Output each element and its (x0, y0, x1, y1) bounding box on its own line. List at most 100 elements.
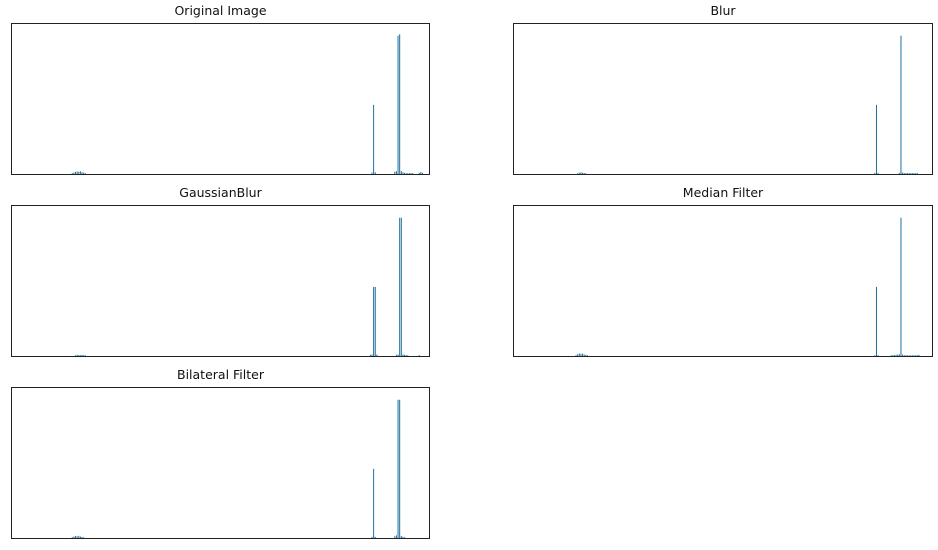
histogram-bar (73, 536, 75, 538)
histogram-bar (580, 353, 582, 356)
histogram-bar (371, 172, 373, 174)
histogram-bar (404, 354, 406, 356)
histogram (71, 399, 406, 538)
histogram-bar (404, 172, 406, 174)
histogram-bar (71, 537, 73, 538)
histogram-bar (905, 355, 907, 356)
histogram-bar (405, 173, 407, 174)
histogram-bar (408, 173, 410, 174)
histogram-bar (578, 353, 580, 356)
histogram-bar (371, 536, 373, 538)
histogram-bar (918, 354, 920, 356)
panel-median-filter: Median Filter (513, 185, 933, 357)
histogram-bar (580, 172, 582, 174)
histogram-bar (583, 354, 585, 356)
histogram-bar (892, 355, 894, 356)
histogram-bar (897, 354, 899, 356)
histogram-bar (898, 354, 900, 356)
histogram-bar (71, 173, 73, 174)
histogram-bar (421, 172, 423, 174)
histogram-bar (586, 355, 588, 356)
panel-title: Bilateral Filter (177, 367, 264, 382)
histogram-bar (916, 355, 918, 356)
histogram-bar (75, 535, 77, 538)
histogram-bar (81, 536, 83, 538)
histogram-bar (877, 172, 879, 174)
histogram-bar (893, 355, 895, 356)
histogram-bar (583, 172, 585, 174)
panel-title: Blur (710, 3, 736, 18)
histogram-bar (374, 286, 376, 356)
histogram-bar (905, 173, 907, 174)
histogram-bar (373, 104, 375, 174)
histogram-bar (75, 355, 77, 356)
histogram-bar (915, 173, 917, 174)
histogram-bar (76, 171, 78, 174)
panel-title: Median Filter (682, 185, 764, 200)
histogram-bar (900, 35, 902, 174)
histogram-bar (578, 172, 580, 174)
histogram-bar (399, 34, 401, 174)
histogram-bar (577, 354, 579, 356)
histogram-bar (902, 172, 904, 174)
histogram-bar (84, 355, 86, 356)
histogram-bar (81, 172, 83, 174)
histogram-bar (915, 355, 917, 356)
histogram-bar (874, 355, 876, 356)
histogram-bar (397, 399, 399, 538)
histogram-bar (910, 355, 912, 356)
histogram-bar (908, 355, 910, 356)
histogram-bar (373, 468, 375, 538)
histogram-bar (399, 399, 401, 538)
histogram-bar (412, 173, 414, 174)
histogram-bar (394, 171, 396, 174)
histogram-bar (911, 173, 913, 174)
histogram-bar (890, 355, 892, 356)
histogram-bar (395, 535, 397, 538)
plot-area (11, 205, 430, 357)
histogram-bar (407, 173, 409, 174)
histogram-bar (76, 536, 78, 538)
histogram-bar (902, 354, 904, 356)
histogram-bar (395, 354, 397, 356)
histogram-bar (400, 535, 402, 538)
histogram-bar (84, 173, 86, 174)
histogram-bar (400, 171, 402, 174)
figure: { "colors": { "bar": "#1f6f9f", "frame":… (0, 0, 938, 550)
histogram-bar (407, 355, 409, 356)
histogram (575, 217, 920, 356)
histogram-bar (371, 354, 373, 356)
histogram-bar (395, 171, 397, 174)
histogram-bar (907, 173, 909, 174)
histogram-bar (916, 173, 918, 174)
histogram-bar (418, 172, 420, 174)
histogram-bar (79, 355, 81, 356)
histogram (75, 217, 420, 356)
histogram-bar (79, 171, 81, 174)
histogram-bar (376, 354, 378, 356)
histogram-bar (575, 355, 577, 356)
histogram-bar (898, 172, 900, 174)
plot-area (513, 23, 933, 175)
histogram-bar (394, 536, 396, 538)
histogram-bar (877, 355, 879, 356)
histogram-bar (875, 104, 877, 174)
plot-area (11, 387, 430, 539)
histogram-bar (397, 354, 399, 356)
histogram-bar (79, 536, 81, 538)
histogram-bar (78, 354, 80, 356)
histogram-bar (875, 286, 877, 356)
histogram-bar (83, 537, 85, 538)
histogram-bar (582, 172, 584, 174)
histogram-bar (900, 217, 902, 356)
histogram-bar (83, 355, 85, 356)
histogram-bar (405, 355, 407, 356)
panel-title: Original Image (174, 3, 267, 18)
histogram-bar (397, 35, 399, 174)
panel-bilateral-filter: Bilateral Filter (11, 367, 430, 539)
histogram-bar (78, 171, 80, 174)
histogram-bar (374, 172, 376, 174)
histogram-bar (582, 353, 584, 356)
panel-original: Original Image (11, 3, 430, 175)
histogram-bar (402, 354, 404, 356)
